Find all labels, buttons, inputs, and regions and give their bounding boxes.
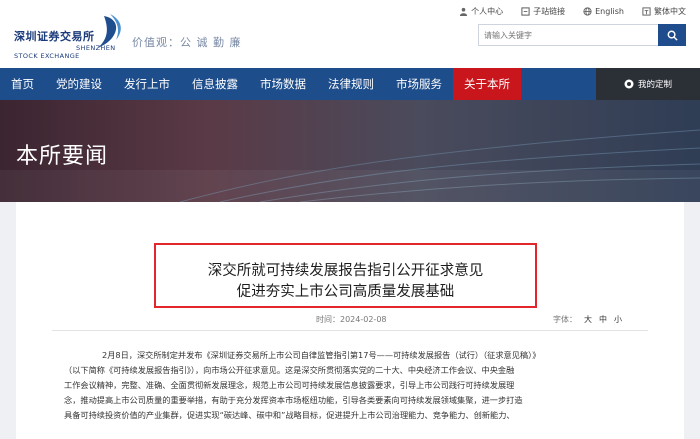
globe-icon [583, 7, 592, 16]
nav-item-disclosure[interactable]: 信息披露 [181, 68, 249, 100]
search-icon [667, 30, 678, 41]
nav-item-party-building[interactable]: 党的建设 [45, 68, 113, 100]
logo-mark-icon [98, 14, 121, 48]
link-icon [521, 7, 530, 16]
person-icon [460, 7, 468, 16]
custom-icon [624, 79, 634, 89]
font-size-large[interactable]: 大 [584, 314, 592, 325]
top-links: 个人中心 子站链接 English 繁体中文 [459, 6, 686, 17]
toplink-english[interactable]: English [583, 6, 624, 17]
search-button[interactable] [658, 24, 686, 46]
toplink-label: 子站链接 [533, 7, 566, 16]
toplink-label: 繁体中文 [654, 7, 686, 16]
toplink-label: 个人中心 [471, 7, 504, 16]
search-input[interactable] [478, 24, 658, 46]
article-paragraph-line: （以下简称《可持续发展报告指引》），向市场公开征求意见。这是深交所贯彻落实党的二… [64, 365, 515, 375]
font-size-switcher: 字体： 大 中 小 [553, 314, 622, 325]
publish-time: 时间：2024-02-08 [316, 314, 387, 325]
nav-item-listing[interactable]: 发行上市 [113, 68, 181, 100]
article-paragraph-line: 具备可持续投资价值的产业集群，促进实现“碳达峰、碳中和”战略目标，促进提升上市公… [64, 410, 515, 420]
article-body: 2月8日，深交所制定并发布《深圳证券交易所上市公司自律监管指引第17号——可持续… [64, 348, 670, 423]
search-bar [478, 24, 686, 46]
article-title-line2: 促进夯实上市公司高质量发展基础 [236, 284, 455, 300]
page-banner: 本所要闻 [0, 100, 700, 202]
font-size-medium[interactable]: 中 [599, 314, 607, 325]
site-header: 深圳证券交易所 SHENZHEN STOCK EXCHANGE 价值观：公 诚 … [0, 0, 700, 68]
slogan: 价值观：公 诚 勤 廉 [132, 36, 242, 49]
banner-title: 本所要闻 [16, 144, 109, 169]
article-meta: 时间：2024-02-08 字体： 大 中 小 [16, 314, 684, 330]
article-title-highlight: 深交所就可持续发展报告指引公开征求意见 促进夯实上市公司高质量发展基础 [154, 243, 537, 308]
nav-item-rules[interactable]: 法律规则 [317, 68, 385, 100]
my-custom-label: 我的定制 [637, 80, 672, 90]
text-icon [642, 7, 651, 16]
logo-english-line2: STOCK EXCHANGE [14, 52, 80, 60]
my-custom-button[interactable]: 我的定制 [596, 68, 700, 100]
nav-item-about[interactable]: 关于本所 [453, 68, 521, 100]
article-card: 深交所就可持续发展报告指引公开征求意见 促进夯实上市公司高质量发展基础 时间：2… [16, 202, 684, 439]
meta-divider [52, 330, 648, 331]
toplink-substation[interactable]: 子站链接 [521, 6, 565, 17]
toplink-personal-center[interactable]: 个人中心 [459, 6, 503, 17]
szse-logo[interactable]: 深圳证券交易所 SHENZHEN STOCK EXCHANGE [14, 14, 126, 60]
toplink-traditional-chinese[interactable]: 繁体中文 [642, 6, 686, 17]
article-title-line1: 深交所就可持续发展报告指引公开征求意见 [207, 263, 484, 279]
main-nav: 首页 党的建设 发行上市 信息披露 市场数据 法律规则 市场服务 关于本所 我的… [0, 68, 700, 100]
toplink-label: English [595, 7, 624, 16]
time-value: 2024-02-08 [340, 315, 387, 324]
article-paragraph-line: 工作会议精神，完整、准确、全面贯彻新发展理念，规范上市公司可持续发展信息披露要求… [64, 380, 515, 390]
nav-item-market-service[interactable]: 市场服务 [385, 68, 453, 100]
nav-item-market-data[interactable]: 市场数据 [249, 68, 317, 100]
nav-item-home[interactable]: 首页 [0, 68, 45, 100]
time-label: 时间： [316, 315, 340, 324]
font-size-small[interactable]: 小 [614, 314, 622, 325]
article-paragraph-line: 念，推动提高上市公司质量的重要举措，有助于充分发挥资本市场枢纽功能，引导各类要素… [64, 395, 523, 405]
logo-chinese-name: 深圳证券交易所 [14, 30, 95, 43]
article-paragraph-line: 2月8日，深交所制定并发布《深圳证券交易所上市公司自律监管指引第17号——可持续… [102, 350, 541, 360]
font-label: 字体： [553, 315, 577, 324]
